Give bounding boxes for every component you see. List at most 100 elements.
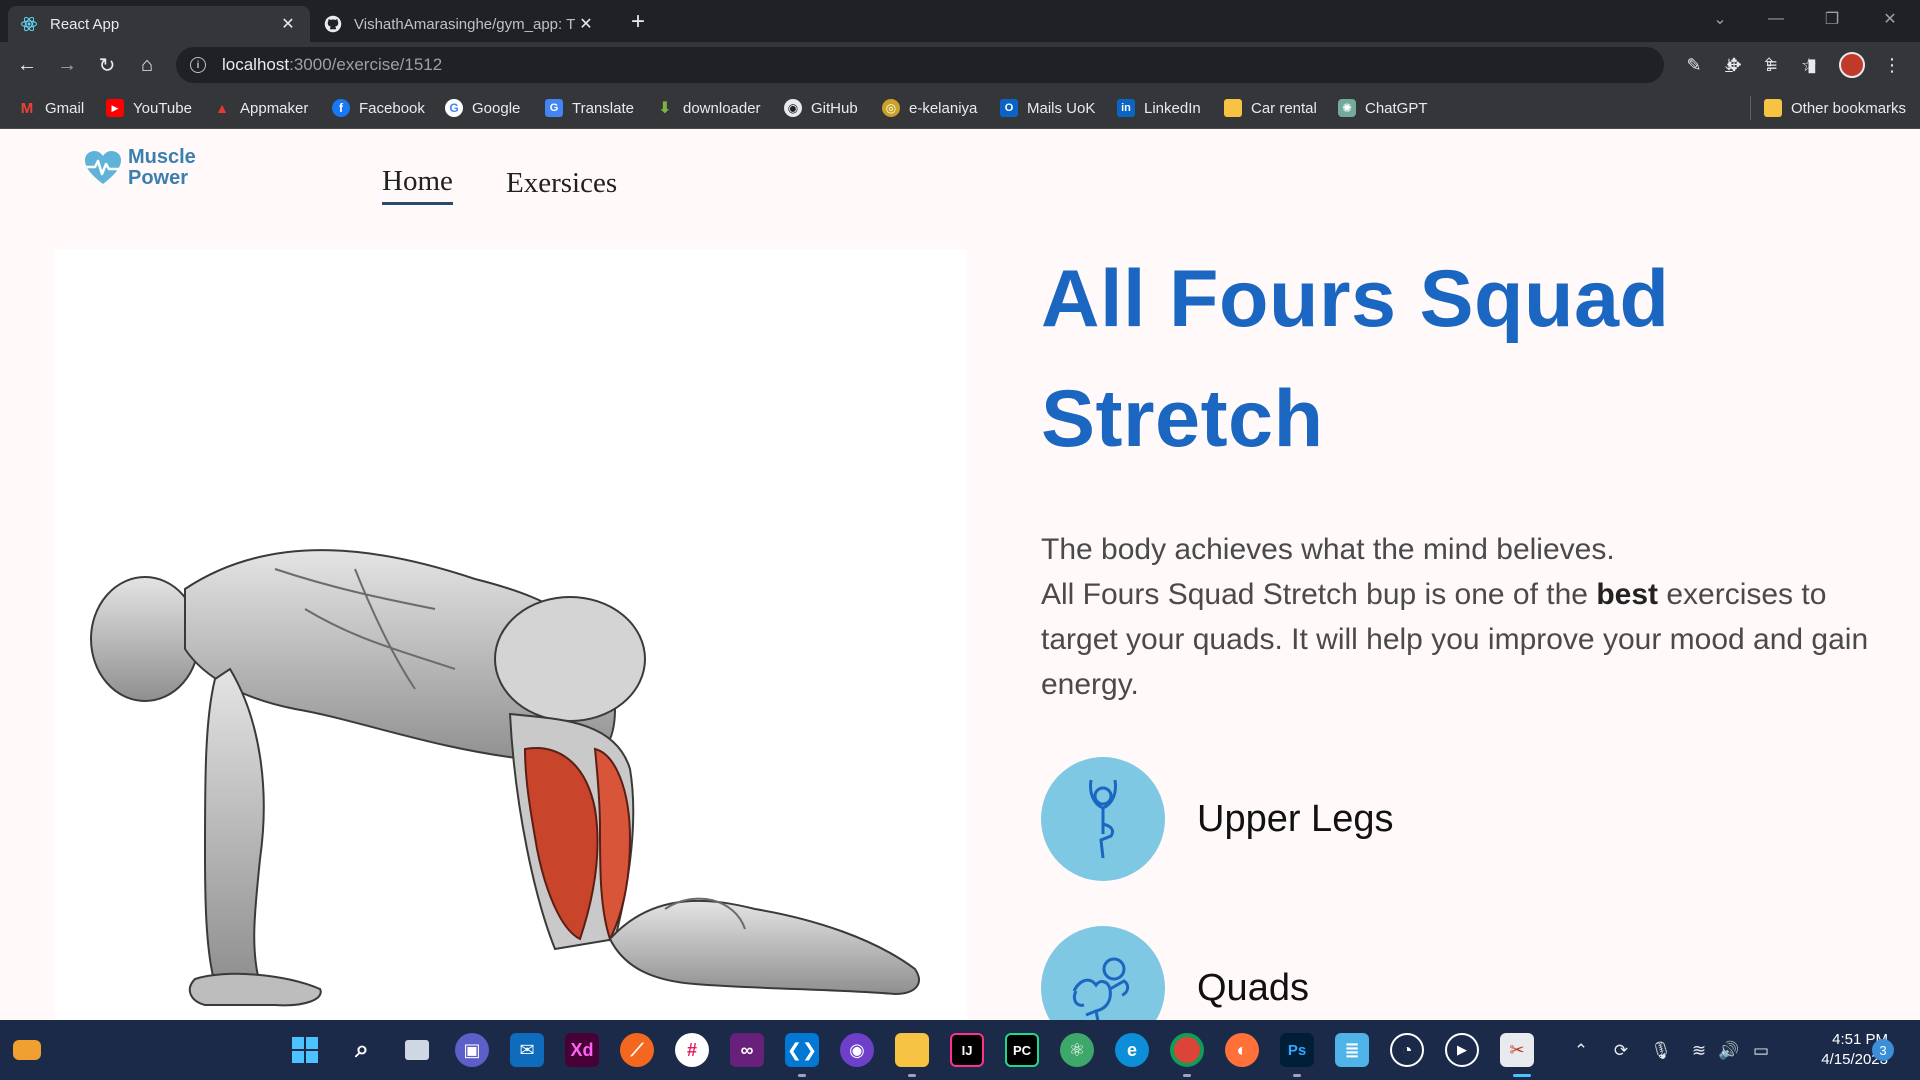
tab-title: React App bbox=[50, 15, 120, 33]
exercise-title-line1: All Fours Squad bbox=[1041, 254, 1670, 344]
extension-pen-icon[interactable]: ✎ bbox=[1680, 51, 1708, 79]
postman-icon[interactable]: ⟋ bbox=[620, 1033, 654, 1067]
running-indicator bbox=[1293, 1074, 1301, 1077]
tag-label-body-part: Upper Legs bbox=[1197, 797, 1394, 840]
e-kelaniya-icon: ◎ bbox=[882, 99, 900, 117]
teams-chat-icon[interactable]: ▣ bbox=[455, 1033, 489, 1067]
media-queue-icon[interactable]: ≡ bbox=[1758, 51, 1786, 79]
active-app-indicator bbox=[1513, 1074, 1531, 1077]
description-text-start: All Fours Squad Stretch bup is one of th… bbox=[1041, 578, 1597, 611]
obs-icon[interactable]: ◔ bbox=[1390, 1033, 1424, 1067]
bookmark-appmaker[interactable]: ▲ Appmaker bbox=[213, 96, 308, 120]
youtube-icon: ▶ bbox=[106, 99, 124, 117]
folder-icon bbox=[1224, 99, 1242, 117]
wifi-icon[interactable]: ≋ bbox=[1686, 1038, 1712, 1064]
vscode-icon[interactable]: ❮❯ bbox=[785, 1033, 819, 1067]
appmaker-icon: ▲ bbox=[215, 100, 229, 116]
restore-button[interactable]: ❐ bbox=[1812, 4, 1852, 34]
bookmarks-bar: M Gmail ▶ YouTube ▲ Appmaker f Facebook G Goo… bbox=[0, 88, 1920, 129]
translate-icon: G bbox=[545, 99, 563, 117]
running-indicator bbox=[798, 1074, 806, 1077]
close-tab-icon[interactable]: ✕ bbox=[278, 14, 298, 34]
tag-label-target-muscle: Quads bbox=[1197, 966, 1309, 1009]
react-icon bbox=[20, 15, 38, 33]
firefox-icon[interactable]: ◐ bbox=[1225, 1033, 1259, 1067]
extensions-puzzle-icon[interactable]: ✥ bbox=[1720, 51, 1748, 79]
media-player-icon[interactable]: ▶ bbox=[1445, 1033, 1479, 1067]
forward-icon[interactable]: → bbox=[52, 50, 82, 80]
mail-icon[interactable]: ✉ bbox=[510, 1033, 544, 1067]
home-icon[interactable]: ⌂ bbox=[132, 50, 162, 80]
site-info-icon[interactable]: i bbox=[190, 57, 206, 73]
other-bookmarks[interactable]: Other bookmarks bbox=[1764, 96, 1906, 120]
microphone-icon[interactable]: 🎙 bbox=[1648, 1038, 1674, 1064]
profile-avatar-icon[interactable] bbox=[1838, 51, 1866, 79]
sync-icon[interactable]: ⟳ bbox=[1608, 1038, 1634, 1064]
slack-icon[interactable]: # bbox=[675, 1033, 709, 1067]
tab-github[interactable]: VishathAmarasinghe/gym_app: T ✕ bbox=[312, 6, 608, 42]
google-icon: G bbox=[445, 99, 463, 117]
bookmark-gmail[interactable]: M Gmail bbox=[18, 96, 84, 120]
search-icon[interactable]: ⌕ bbox=[345, 1033, 379, 1067]
volume-icon[interactable]: 🔊 bbox=[1716, 1038, 1742, 1064]
bookmark-chatgpt[interactable]: ✺ ChatGPT bbox=[1338, 96, 1428, 120]
bookmark-github[interactable]: ◉ GitHub bbox=[784, 96, 858, 120]
photoshop-icon[interactable]: Ps bbox=[1280, 1033, 1314, 1067]
exercise-tags: Upper Legs Quads bbox=[1041, 757, 1871, 1020]
nav-home-link[interactable]: Home bbox=[382, 165, 453, 205]
bookmark-downloader[interactable]: ⬇ downloader bbox=[656, 96, 760, 120]
description-quote: The body achieves what the mind believes… bbox=[1041, 533, 1615, 566]
edge-icon[interactable]: e bbox=[1115, 1033, 1149, 1067]
url-host: localhost bbox=[222, 55, 290, 74]
intellij-icon[interactable]: IJ bbox=[950, 1033, 984, 1067]
notification-badge[interactable]: 3 bbox=[1872, 1039, 1894, 1061]
bookmark-youtube[interactable]: ▶ YouTube bbox=[106, 96, 192, 120]
task-view-icon[interactable] bbox=[400, 1033, 434, 1067]
minimize-button[interactable]: — bbox=[1756, 4, 1796, 34]
widgets-icon[interactable] bbox=[10, 1033, 44, 1067]
folder-icon bbox=[1764, 99, 1782, 117]
bookmark-translate[interactable]: G Translate bbox=[545, 96, 634, 120]
show-hidden-icons[interactable]: ⌃ bbox=[1568, 1038, 1594, 1064]
github-icon bbox=[324, 15, 342, 33]
tab-react-app[interactable]: React App ✕ bbox=[8, 6, 310, 42]
visual-studio-icon[interactable]: ∞ bbox=[730, 1033, 764, 1067]
tab-search-icon[interactable]: ⌄ bbox=[1700, 4, 1740, 34]
new-tab-button[interactable]: + bbox=[624, 8, 652, 36]
close-window-button[interactable]: ✕ bbox=[1870, 4, 1910, 34]
running-indicator bbox=[1183, 1074, 1191, 1077]
side-panel-icon[interactable]: ▮ bbox=[1798, 51, 1826, 79]
chrome-icon[interactable] bbox=[1170, 1033, 1204, 1067]
start-windows-icon[interactable] bbox=[288, 1033, 322, 1067]
back-icon[interactable]: ← bbox=[12, 50, 42, 80]
close-tab-icon[interactable]: ✕ bbox=[576, 14, 596, 34]
snipping-tool-icon[interactable]: ✂ bbox=[1500, 1033, 1534, 1067]
site-logo[interactable]: Muscle Power bbox=[82, 145, 206, 191]
page-content: Muscle Power Home Exersices All Fours Sq… bbox=[0, 129, 1920, 1020]
bookmark-google[interactable]: G Google bbox=[445, 96, 520, 120]
bookmark-e-kelaniya[interactable]: ◎ e-kelaniya bbox=[882, 96, 977, 120]
address-bar[interactable]: i localhost:3000/exercise/1512 ⤓ ⇪ ☆ bbox=[176, 47, 1817, 83]
menu-kebab-icon[interactable]: ⋮ bbox=[1878, 51, 1906, 79]
exercise-gif bbox=[55, 249, 967, 1020]
nav-exercises-link[interactable]: Exersices bbox=[506, 167, 617, 200]
github-desktop-icon[interactable]: ◉ bbox=[840, 1033, 874, 1067]
exercise-illustration bbox=[90, 549, 920, 1007]
pycharm-icon[interactable]: PC bbox=[1005, 1033, 1039, 1067]
bookmark-mails-uok[interactable]: O Mails UoK bbox=[1000, 96, 1095, 120]
exercise-description: The body achieves what the mind believes… bbox=[1041, 527, 1871, 707]
bookmark-linkedin[interactable]: in LinkedIn bbox=[1117, 96, 1201, 120]
exercise-detail: All Fours Squad Stretch The body achieve… bbox=[1041, 239, 1871, 1020]
bookmark-facebook[interactable]: f Facebook bbox=[332, 96, 425, 120]
target-muscle-icon bbox=[1041, 926, 1165, 1020]
atom-icon[interactable]: ⚛ bbox=[1060, 1033, 1094, 1067]
battery-icon[interactable]: ▭ bbox=[1748, 1038, 1774, 1064]
tag-target-muscle: Quads bbox=[1041, 926, 1871, 1020]
exercise-title-line2: Stretch bbox=[1041, 374, 1324, 464]
notepad-icon[interactable]: ≣ bbox=[1335, 1033, 1369, 1067]
file-explorer-icon[interactable] bbox=[895, 1033, 929, 1067]
adobe-xd-icon[interactable]: Xd bbox=[565, 1033, 599, 1067]
bookmark-car-rental[interactable]: Car rental bbox=[1224, 96, 1317, 120]
reload-icon[interactable]: ↻ bbox=[92, 50, 122, 80]
chatgpt-icon: ✺ bbox=[1338, 99, 1356, 117]
